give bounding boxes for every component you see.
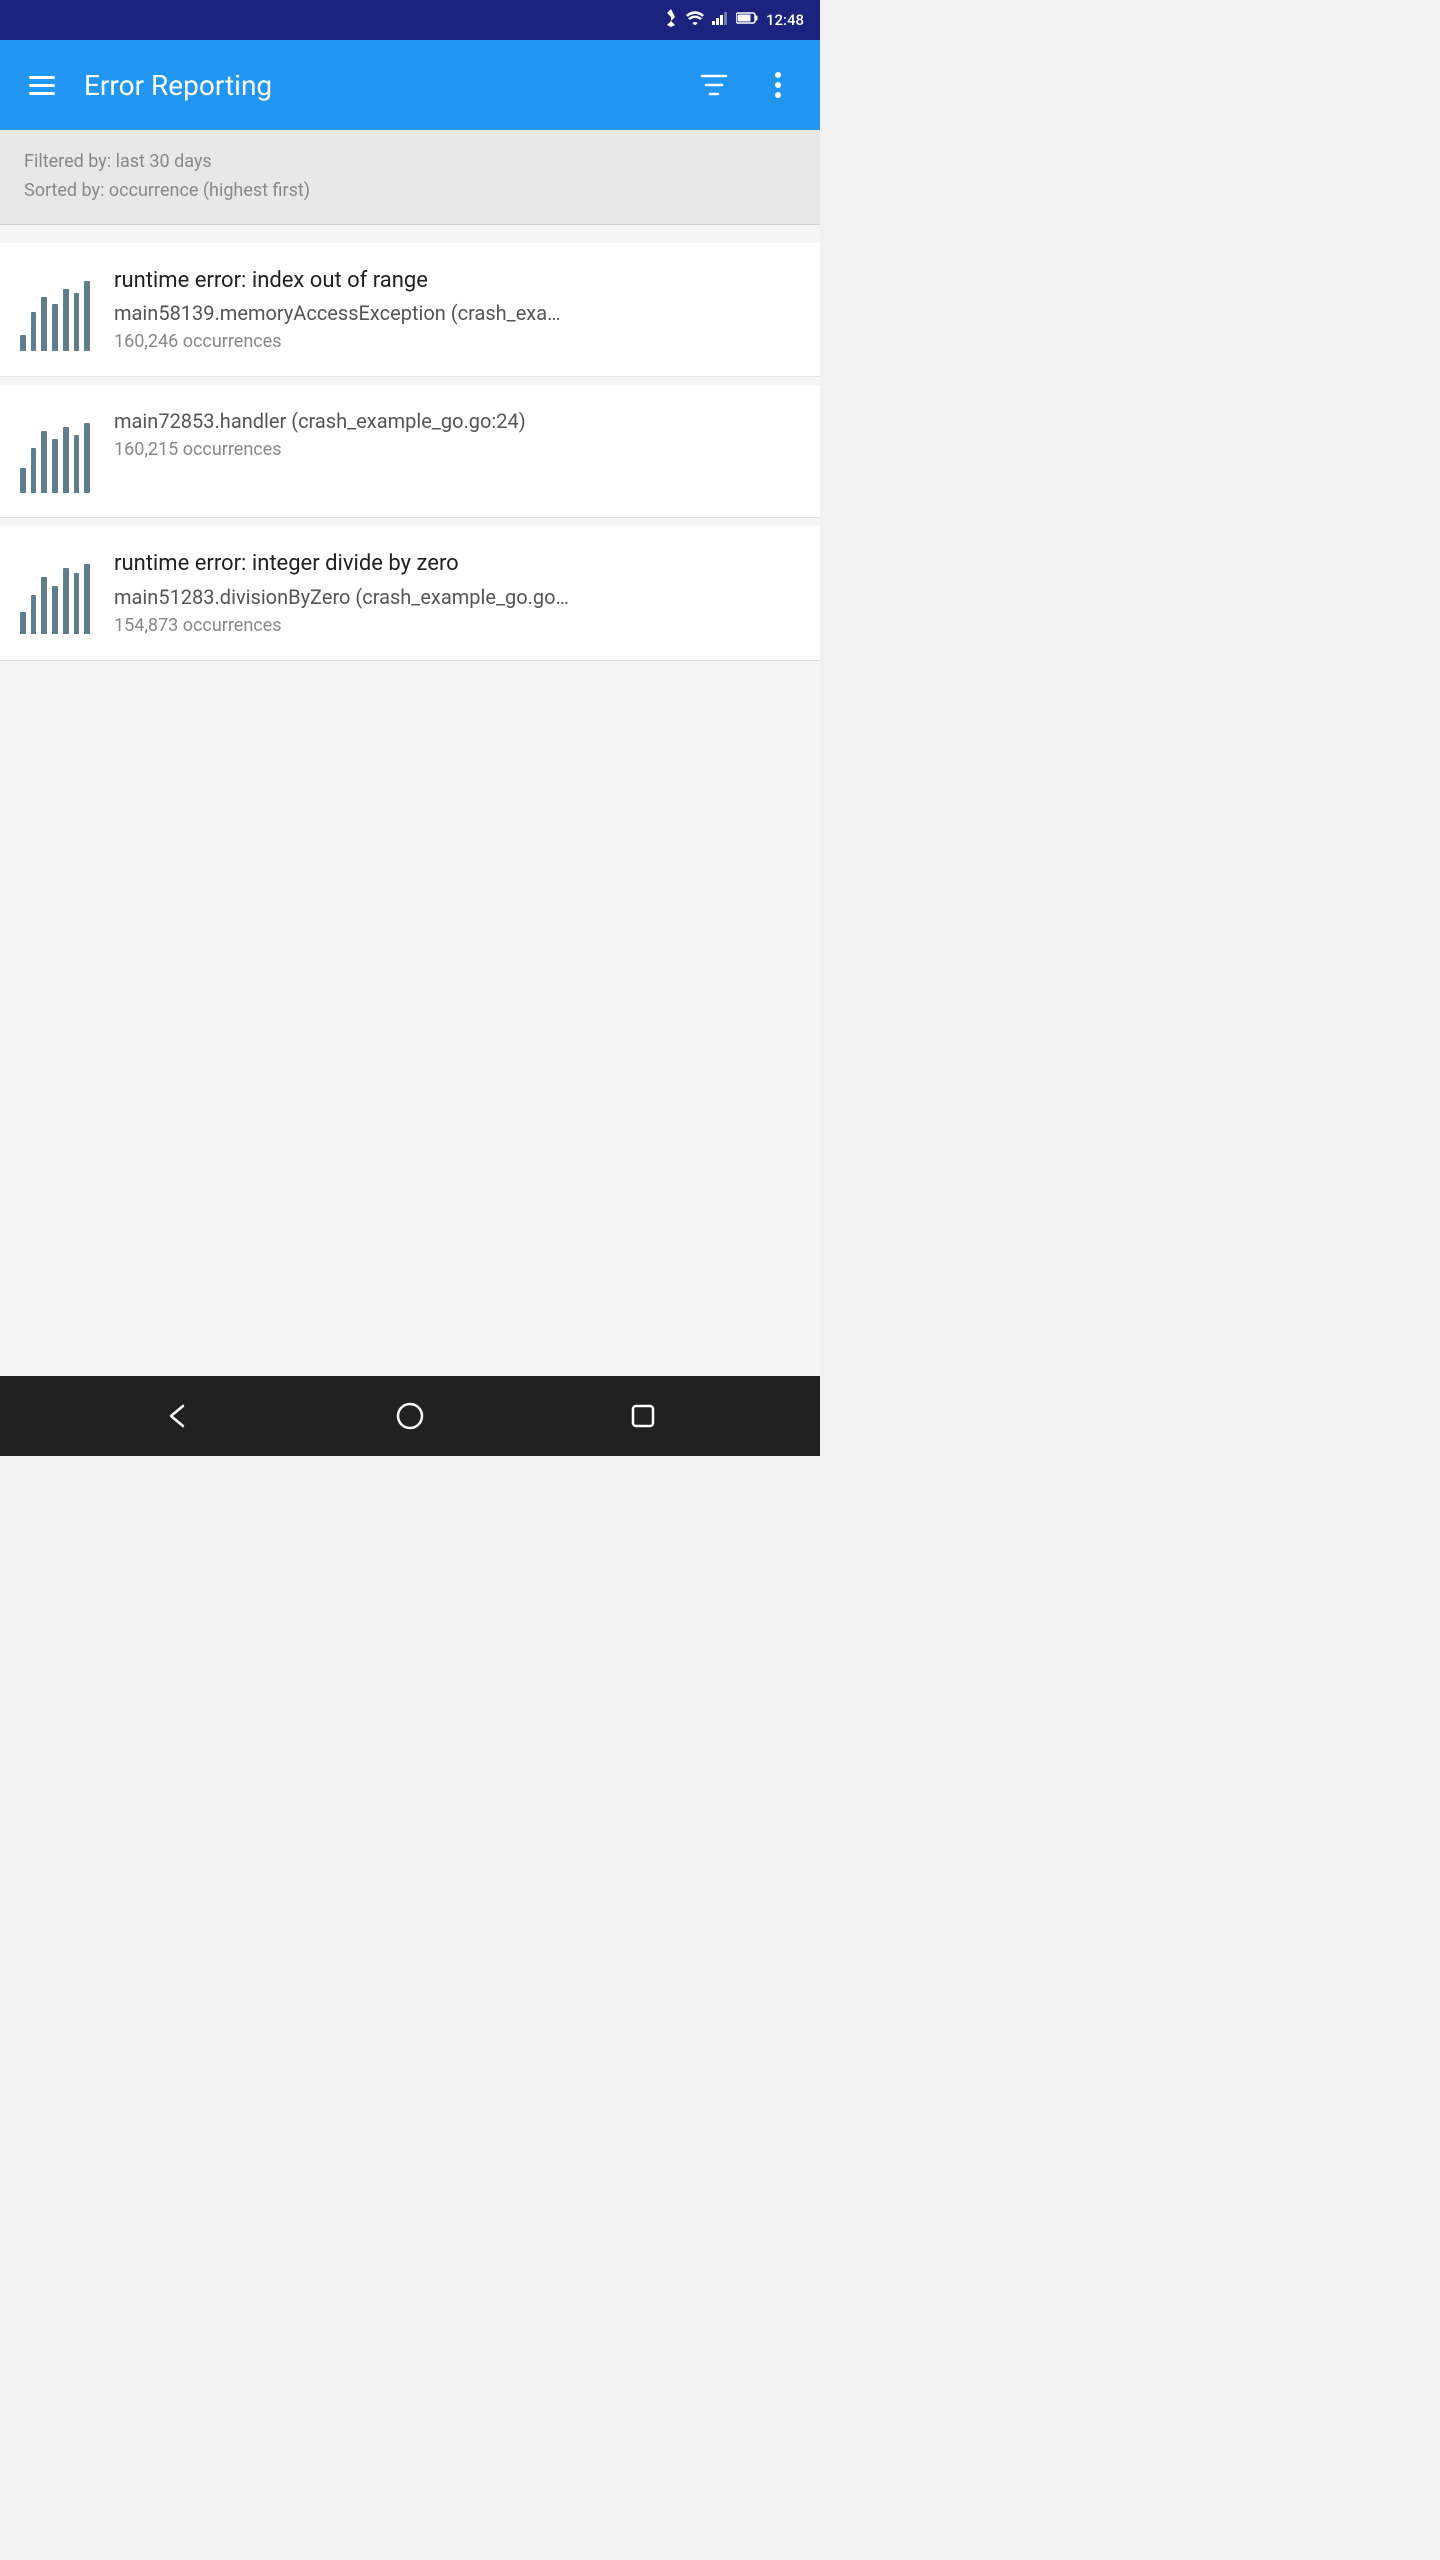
error-occurrences: 160,215 occurrences: [114, 439, 800, 460]
bluetooth-icon: [664, 9, 678, 31]
filter-button[interactable]: [692, 63, 736, 107]
bar-segment: [41, 431, 47, 493]
error-occurrences: 160,246 occurrences: [114, 331, 800, 352]
bar-segment: [31, 595, 37, 634]
home-icon: [396, 1402, 424, 1430]
error-list-item[interactable]: runtime error: integer divide by zero mai…: [0, 526, 820, 661]
bar-segment: [52, 304, 58, 351]
app-bar: Error Reporting: [0, 40, 820, 130]
bar-segment: [20, 612, 26, 634]
more-vert-icon: [775, 72, 781, 98]
bar-segment: [84, 281, 90, 351]
bar-segment: [20, 335, 26, 351]
more-button[interactable]: [756, 63, 800, 107]
menu-button[interactable]: [20, 63, 64, 107]
bar-segment: [63, 427, 69, 493]
bar-segment: [41, 297, 47, 351]
error-bar-chart: [20, 271, 90, 351]
page-title: Error Reporting: [84, 69, 672, 102]
battery-icon: [736, 11, 758, 29]
filter-info-bar: Filtered by: last 30 days Sorted by: occ…: [0, 130, 820, 225]
filter-icon: [700, 74, 728, 96]
back-icon: [163, 1402, 191, 1430]
bar-segment: [31, 312, 37, 351]
bar-segment: [52, 439, 58, 493]
bar-segment: [74, 573, 80, 634]
error-list: runtime error: index out of range main581…: [0, 225, 820, 1376]
bar-segment: [84, 564, 90, 634]
error-occurrences: 154,873 occurrences: [114, 615, 800, 636]
bar-segment: [63, 289, 69, 351]
error-title: runtime error: index out of range: [114, 267, 800, 296]
home-button[interactable]: [380, 1386, 440, 1446]
error-list-item[interactable]: runtime error: index out of range main581…: [0, 243, 820, 378]
status-icons: 12:48: [664, 9, 804, 31]
error-bar-chart: [20, 413, 90, 493]
error-detail: main51283.divisionByZero (crash_example_…: [114, 585, 800, 609]
error-detail: main72853.handler (crash_example_go.go:2…: [114, 409, 800, 433]
filter-line2: Sorted by: occurrence (highest first): [24, 177, 796, 206]
hamburger-icon: [29, 76, 55, 95]
bar-segment: [63, 568, 69, 634]
error-title: runtime error: integer divide by zero: [114, 550, 800, 579]
error-content: runtime error: index out of range main581…: [114, 267, 800, 353]
bar-segment: [52, 586, 58, 634]
recents-button[interactable]: [613, 1386, 673, 1446]
bar-segment: [31, 448, 37, 493]
error-content: main72853.handler (crash_example_go.go:2…: [114, 409, 800, 460]
error-bar-chart: [20, 554, 90, 634]
nav-bar: [0, 1376, 820, 1456]
signal-icon: [712, 11, 728, 29]
filter-line1: Filtered by: last 30 days: [24, 148, 796, 177]
bar-segment: [20, 468, 26, 493]
status-bar: 12:48: [0, 0, 820, 40]
bar-segment: [41, 577, 47, 634]
back-button[interactable]: [147, 1386, 207, 1446]
wifi-icon: [686, 11, 704, 29]
error-list-item[interactable]: main72853.handler (crash_example_go.go:2…: [0, 385, 820, 518]
bar-segment: [74, 435, 80, 493]
error-detail: main58139.memoryAccessException (crash_e…: [114, 301, 800, 325]
recents-icon: [631, 1404, 655, 1428]
bar-segment: [74, 293, 80, 351]
bar-segment: [84, 423, 90, 493]
status-time: 12:48: [766, 11, 804, 29]
error-content: runtime error: integer divide by zero mai…: [114, 550, 800, 636]
